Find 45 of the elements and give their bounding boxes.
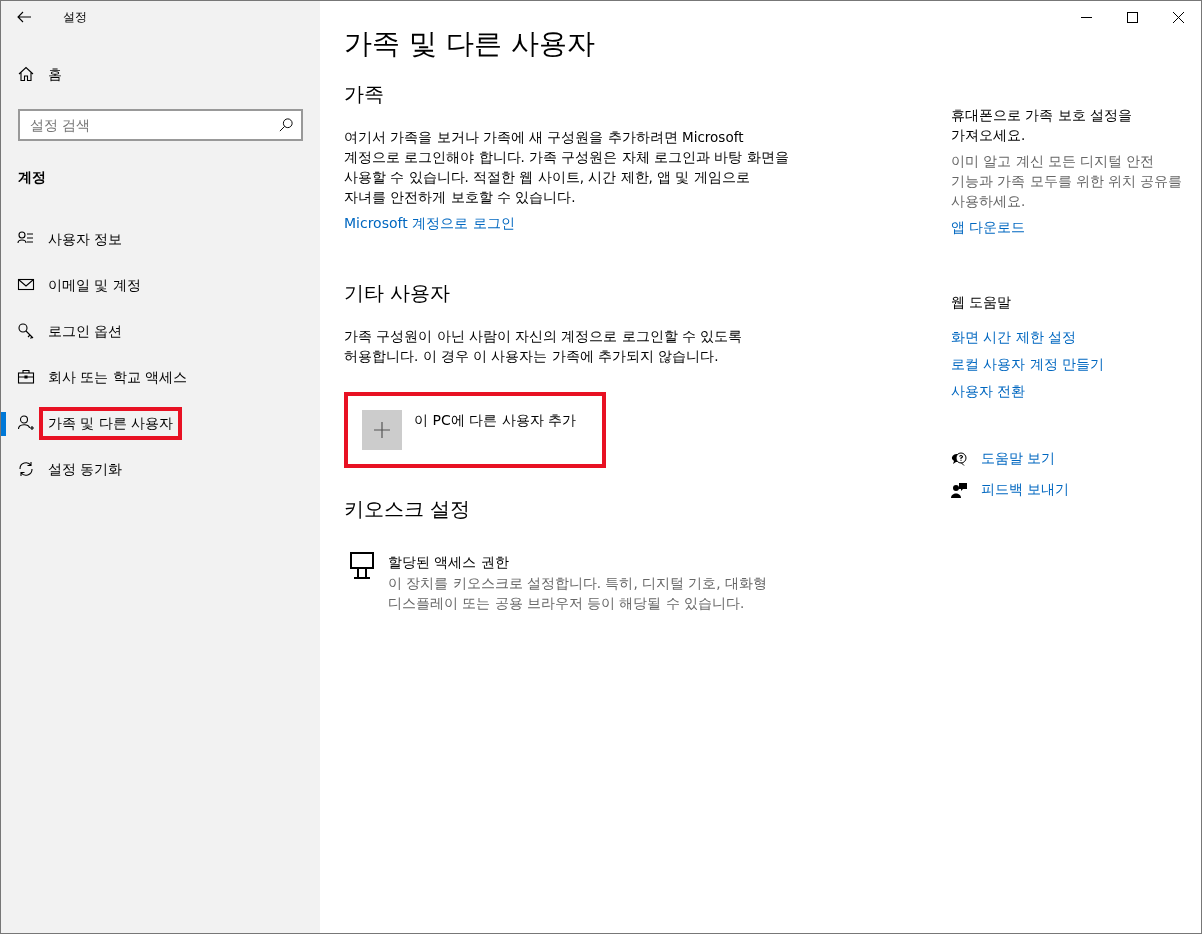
description-text: 가족 구성원이 아닌 사람이 자신의 계정으로 로그인할 수 있도록 허용합니다. 이 경우 이 사용자는 가족에 추가되지 않습니다. xyxy=(344,327,744,366)
search-icon xyxy=(279,118,293,132)
promo-text: 이미 알고 계신 모든 디지털 안전 기능과 가족 모두를 위한 위치 공유를 사용하세요. xyxy=(951,152,1184,211)
search-field[interactable]: 설정 검색 xyxy=(18,109,303,141)
nav-item[interactable]: 사용자 정보 xyxy=(1,216,320,262)
section-heading: 가족 xyxy=(344,81,385,108)
home-icon xyxy=(18,66,34,82)
close-icon xyxy=(1172,11,1184,23)
add-user-button[interactable]: 이 PC에 다른 사용자 추가 xyxy=(344,392,607,468)
section-heading: 키오스크 설정 xyxy=(344,496,472,523)
sync-icon xyxy=(18,461,34,477)
page-title: 가족 및 다른 사용자 xyxy=(344,26,596,62)
speech-bubbles-question-icon xyxy=(951,450,967,467)
key-icon xyxy=(18,323,34,339)
kiosk-stand-icon xyxy=(350,552,374,580)
home-link[interactable]: 홈 xyxy=(1,51,320,97)
description-text: 여기서 가족을 보거나 가족에 새 구성원을 추가하려면 Microsoft 계정으로 로그인해야 합니다. 가족 구성원은 자체 로그인과 바탕 화면을 사용할 수 있습니다. 적절한 웹 사이트, 시간 제한, 앱 및 게임으로 자녀를 안전하게 보호할 수 있습니다. xyxy=(344,128,790,207)
promo-heading: 휴대폰으로 가족 보호 설정을 가져오세요. xyxy=(951,106,1133,145)
person-speech-icon xyxy=(951,481,967,498)
action-link[interactable]: 피드백 보내기 xyxy=(981,479,1070,500)
item-description: 이 장치를 키오스크로 설정합니다. 특히, 디지털 기호, 대화형 디스플레이 또는 공용 브라우저 등이 해당될 수 있습니다. xyxy=(388,574,768,613)
action-link[interactable]: 도움말 보기 xyxy=(981,448,1056,469)
nav-item[interactable]: 로그인 옵션 xyxy=(1,308,320,354)
back-arrow-icon xyxy=(16,9,32,25)
highlight-frame: 가족 및 다른 사용자 xyxy=(39,406,183,440)
nav-item[interactable]: 이메일 및 계정 xyxy=(1,262,320,308)
help-link[interactable]: 로컬 사용자 계정 만들기 xyxy=(951,354,1201,375)
envelope-icon xyxy=(18,277,34,293)
minimize-icon xyxy=(1080,16,1092,18)
help-heading: 웹 도움말 xyxy=(951,293,1013,312)
download-link[interactable]: 앱 다운로드 xyxy=(951,219,1026,235)
briefcase-icon xyxy=(18,369,34,385)
help-link[interactable]: 사용자 전환 xyxy=(951,381,1201,402)
maximize-icon xyxy=(1126,11,1138,23)
signin-link[interactable]: Microsoft 계정으로 로그인 xyxy=(344,215,515,231)
plus-icon xyxy=(374,422,390,438)
window-title: 설정 xyxy=(63,9,87,26)
nav-item[interactable]: 가족 및 다른 사용자 xyxy=(1,400,320,446)
user-plus-icon xyxy=(18,415,34,431)
help-link[interactable]: 화면 시간 제한 설정 xyxy=(951,327,1201,348)
item-title: 할당된 액세스 권한 xyxy=(388,553,510,572)
section-heading: 계정 xyxy=(18,168,47,187)
nav-item[interactable]: 회사 또는 학교 액세스 xyxy=(1,354,320,400)
section-heading: 기타 사용자 xyxy=(344,280,452,307)
nav-item[interactable]: 설정 동기화 xyxy=(1,446,320,492)
